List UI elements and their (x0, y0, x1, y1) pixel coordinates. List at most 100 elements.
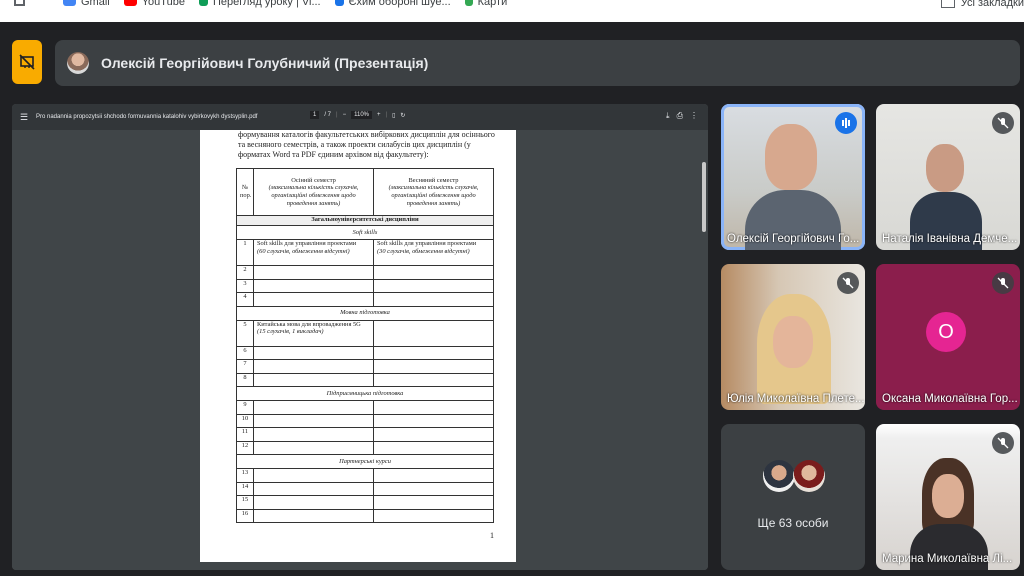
zoom-input[interactable]: 110% (351, 111, 372, 119)
all-bookmarks[interactable]: Усі закладки (940, 0, 1024, 9)
bookmark-link[interactable]: Єхим обороні шуе... (334, 0, 451, 8)
row-number: 16 (236, 508, 254, 523)
row-number: 9 (236, 400, 254, 415)
participant-tile[interactable]: Юлія Миколаївна Плете... (721, 264, 865, 410)
participant-avatar (793, 460, 825, 492)
bookmark-maps[interactable]: Карти (464, 0, 507, 8)
subsection-row: Партнерські курси (236, 454, 494, 469)
bookmarks-bar: Gmail YouTube Перегляд уроку | Vi... Єхи… (0, 0, 1024, 22)
row-number: 2 (236, 265, 254, 280)
participant-tile[interactable]: Марина Миколаївна Лі... (876, 424, 1020, 570)
participant-video (765, 124, 817, 190)
page-separator: | (336, 112, 338, 118)
row-number: 7 (236, 359, 254, 374)
bookmark-course[interactable]: Перегляд уроку | Vi... (198, 0, 321, 8)
speaking-indicator-icon (835, 112, 857, 134)
autumn-title: Осінній семестр (291, 176, 336, 184)
row-number: 4 (236, 292, 254, 307)
table-row: 12 (236, 440, 494, 455)
table-row: 7 (236, 359, 494, 374)
participant-avatar (763, 460, 795, 492)
subsection-row: Підприємницька підготовка (236, 386, 494, 401)
pdf-toolbar: ☰ Pro nadannia propozytsii shchodo formu… (12, 104, 708, 130)
empty-cell (373, 278, 494, 293)
gmail-icon (63, 0, 76, 6)
pdf-page-number: 1 (490, 531, 494, 540)
page-total: / 7 (324, 112, 332, 118)
apps-grid-icon (14, 0, 25, 6)
empty-cell (253, 265, 374, 280)
page-separator-2: | (385, 112, 388, 118)
menu-icon[interactable]: ☰ (20, 112, 30, 123)
participant-name: Оксана Миколаївна Гор... (882, 393, 1018, 405)
empty-cell (253, 400, 374, 415)
row-autumn-cell: Китайська мова для впровадження 5G (15 с… (253, 319, 374, 347)
participant-tile-speaker[interactable]: Олексій Георгійович Го... (721, 104, 865, 250)
rotate-icon[interactable]: ↻ (400, 112, 405, 119)
subsection-row: Мовна підготовка (236, 305, 494, 321)
subsection-language: Мовна підготовка (236, 305, 494, 321)
fit-page-icon[interactable]: ▯ (392, 112, 395, 119)
participant-video-face (932, 474, 964, 518)
bookmark-youtube[interactable]: YouTube (123, 0, 185, 8)
mic-off-icon (992, 432, 1014, 454)
table-row: 1 Soft skills для управління проектами (… (236, 239, 494, 266)
scrollbar-thumb[interactable] (702, 162, 706, 232)
more-participants-label: Ще 63 особи (757, 516, 829, 530)
empty-cell (373, 292, 494, 307)
more-options-icon[interactable]: ⋮ (690, 111, 698, 121)
table-row: 15 (236, 495, 494, 510)
empty-cell (253, 345, 374, 360)
subsection-row: Soft skills (236, 225, 494, 240)
participant-tile[interactable]: О Оксана Миколаївна Гор... (876, 264, 1020, 410)
participant-avatar: О (926, 312, 966, 352)
participant-video (926, 144, 964, 192)
table-row: 3 (236, 278, 494, 293)
presentation-toggle-button[interactable] (12, 40, 42, 84)
empty-cell (253, 495, 374, 510)
table-row: 14 (236, 481, 494, 496)
presentation-off-icon (19, 54, 35, 70)
course-title: Soft skills для управління проектами (377, 240, 477, 247)
course-title: Китайська мова для впровадження 5G (257, 320, 361, 328)
course-icon (198, 0, 208, 6)
row-number: 3 (236, 278, 254, 293)
row-number: 13 (236, 468, 254, 483)
spring-note: (максимальна кількість слухачів, організ… (388, 184, 479, 207)
page-current-input[interactable]: 1 (310, 111, 320, 119)
pdf-scrollbar[interactable] (702, 132, 706, 568)
empty-cell (373, 372, 494, 387)
row-number: 12 (236, 440, 254, 455)
pdf-viewport[interactable]: формування каталогів факультетських вибі… (12, 130, 708, 570)
col-autumn-header: Осінній семестр (максимальна кількість с… (253, 168, 374, 216)
empty-cell (373, 265, 494, 280)
print-icon[interactable]: ⎙ (677, 111, 683, 121)
autumn-note: (максимальна кількість слухачів, організ… (268, 184, 359, 207)
bookmark-apps[interactable] (14, 0, 27, 7)
empty-cell (373, 319, 494, 347)
table-row: 11 (236, 427, 494, 442)
row-number: 14 (236, 481, 254, 496)
download-icon[interactable]: ⤓ (666, 111, 670, 121)
presenter-avatar (67, 52, 89, 74)
folder-icon (940, 0, 955, 8)
empty-cell (253, 481, 374, 496)
empty-cell (373, 427, 494, 442)
pdf-file-name: Pro nadannia propozytsii shchodo formuva… (36, 114, 258, 120)
zoom-in-icon[interactable]: + (377, 112, 381, 118)
table-row: 5 Китайська мова для впровадження 5G (15… (236, 319, 494, 347)
youtube-icon (123, 0, 137, 6)
row-number: 5 (236, 319, 254, 347)
bookmark-gmail[interactable]: Gmail (63, 0, 110, 8)
more-participants-tile[interactable]: Ще 63 особи (721, 424, 865, 570)
participant-tile[interactable]: Наталія Іванівна Демче... (876, 104, 1020, 250)
table-row: 10 (236, 413, 494, 428)
electives-table: № пор. Осінній семестр (максимальна кіль… (236, 168, 494, 523)
empty-cell (373, 413, 494, 428)
empty-cell (373, 345, 494, 360)
participant-name: Олексій Георгійович Го... (727, 233, 860, 245)
mic-off-icon (837, 272, 859, 294)
presentation-pane[interactable]: ☰ Pro nadannia propozytsii shchodo formu… (12, 104, 708, 570)
row-number: 1 (236, 239, 254, 266)
zoom-out-icon[interactable]: − (343, 112, 347, 118)
